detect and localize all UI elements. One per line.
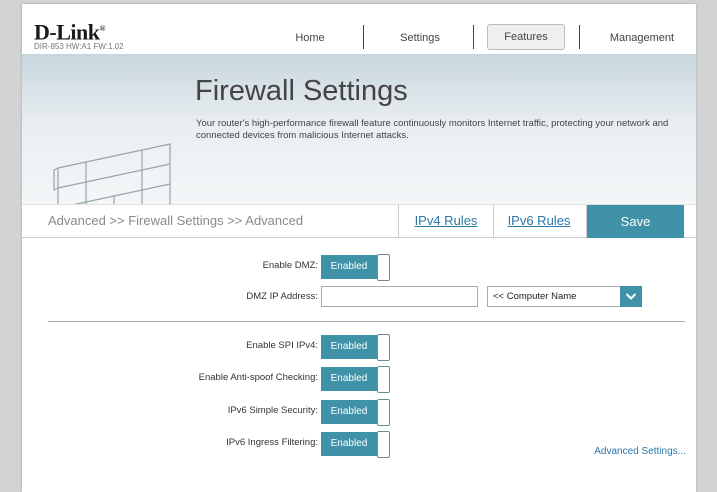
- toggle-state: Enabled: [321, 255, 377, 279]
- dmz-ip-input[interactable]: [321, 286, 478, 307]
- dmz-ip-label: DMZ IP Address:: [246, 291, 318, 302]
- nav-features[interactable]: Features: [487, 24, 565, 50]
- toggle-state: Enabled: [321, 432, 377, 456]
- enable-dmz-toggle[interactable]: Enabled: [321, 254, 391, 281]
- enable-dmz-label: Enable DMZ:: [262, 260, 318, 271]
- nav-divider: [473, 25, 474, 49]
- ipv6-simple-security-label: IPv6 Simple Security:: [227, 405, 318, 416]
- nav-divider: [579, 25, 580, 49]
- anti-spoof-row: Enable Anti-spoof Checking: Enabled: [22, 366, 696, 393]
- ipv6-simple-security-row: IPv6 Simple Security: Enabled: [22, 399, 696, 426]
- page-description: Your router's high-performance firewall …: [196, 118, 669, 141]
- computer-name-select-value: << Computer Name: [493, 291, 577, 302]
- page-banner: Firewall Settings Your router's high-per…: [22, 54, 696, 227]
- anti-spoof-toggle[interactable]: Enabled: [321, 366, 391, 393]
- nav-management[interactable]: Management: [602, 26, 682, 50]
- nav-settings[interactable]: Settings: [390, 26, 450, 50]
- ipv6-simple-security-toggle[interactable]: Enabled: [321, 399, 391, 426]
- enable-spi-row: Enable SPI IPv4: Enabled: [22, 334, 696, 361]
- save-button[interactable]: Save: [587, 205, 684, 238]
- router-admin-page: D-Link® DIR-853 HW:A1 FW:1.02 Home Setti…: [22, 4, 696, 492]
- section-divider: [48, 321, 685, 322]
- toggle-knob: [377, 334, 390, 361]
- enable-dmz-row: Enable DMZ: Enabled: [22, 254, 696, 281]
- anti-spoof-label: Enable Anti-spoof Checking:: [198, 372, 318, 383]
- advanced-settings-link[interactable]: Advanced Settings...: [594, 446, 686, 457]
- toggle-state: Enabled: [321, 400, 377, 424]
- brand-name: D-Link: [34, 19, 100, 45]
- toggle-state: Enabled: [321, 367, 377, 391]
- toggle-knob: [377, 254, 390, 281]
- toggle-knob: [377, 366, 390, 393]
- tab-ipv6-rules[interactable]: IPv6 Rules: [492, 205, 587, 237]
- dmz-ip-row: DMZ IP Address: << Computer Name: [22, 285, 696, 309]
- enable-spi-label: Enable SPI IPv4:: [246, 340, 318, 351]
- toggle-knob: [377, 399, 390, 426]
- computer-name-select[interactable]: << Computer Name: [487, 286, 642, 307]
- brand-logo: D-Link®: [34, 19, 106, 45]
- tab-ipv4-rules[interactable]: IPv4 Rules: [398, 205, 494, 237]
- ipv6-ingress-filtering-toggle[interactable]: Enabled: [321, 431, 391, 458]
- nav-home[interactable]: Home: [280, 26, 340, 50]
- top-header: D-Link® DIR-853 HW:A1 FW:1.02 Home Setti…: [22, 4, 696, 54]
- brand-mark: ®: [99, 24, 105, 33]
- tab-bar: Advanced >> Firewall Settings >> Advance…: [22, 204, 696, 238]
- nav-divider: [363, 25, 364, 49]
- toggle-knob: [377, 431, 390, 458]
- page-title: Firewall Settings: [195, 75, 408, 107]
- ipv6-ingress-filtering-label: IPv6 Ingress Filtering:: [226, 437, 318, 448]
- breadcrumb: Advanced >> Firewall Settings >> Advance…: [48, 213, 304, 228]
- toggle-state: Enabled: [321, 335, 377, 359]
- chevron-down-icon[interactable]: [620, 286, 642, 307]
- enable-spi-toggle[interactable]: Enabled: [321, 334, 391, 361]
- model-info: DIR-853 HW:A1 FW:1.02: [34, 42, 124, 51]
